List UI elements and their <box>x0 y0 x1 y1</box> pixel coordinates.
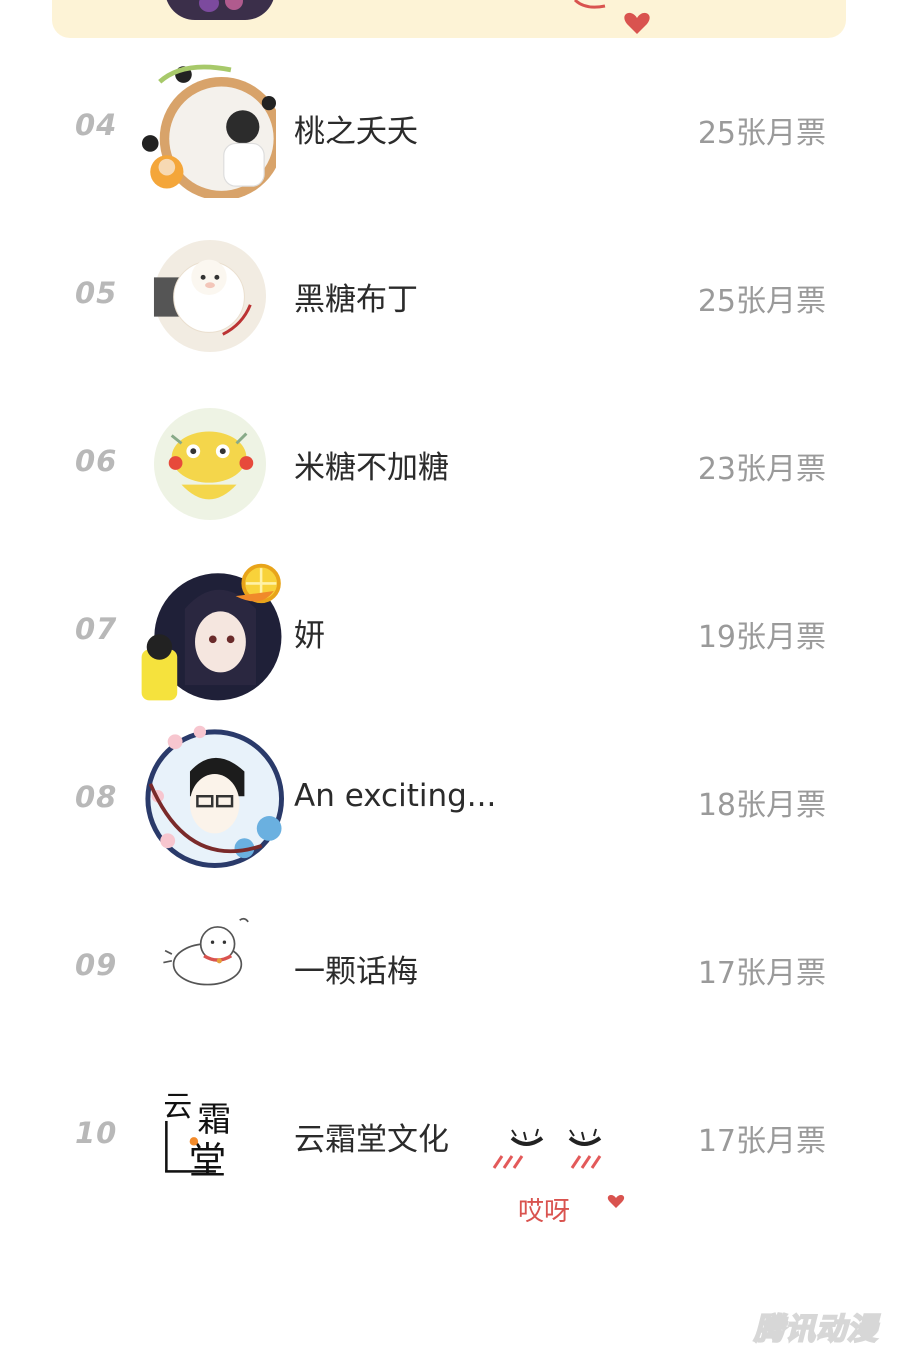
sticker-text: 哎呀 <box>518 1197 570 1227</box>
user-name[interactable]: 桃之夭夭 <box>294 106 624 151</box>
yellow-duck-avatar-icon[interactable] <box>152 406 268 522</box>
rank-03-avatar-peek <box>165 0 275 20</box>
leaderboard-row[interactable]: 10 云 霜 堂 云霜堂文化 17张月票 <box>0 1058 900 1218</box>
user-name[interactable]: An exciting... <box>294 778 624 814</box>
svg-text:霜: 霜 <box>197 1100 231 1139</box>
user-name[interactable]: 米糖不加糖 <box>294 442 624 487</box>
rank-number: 09 <box>75 948 118 982</box>
rank-number: 07 <box>75 612 118 646</box>
anime-girl-lemon-avatar-icon[interactable] <box>134 558 284 708</box>
leaderboard-row[interactable]: 08 An exciting... 18张月票 <box>0 722 900 882</box>
monthly-ticket-count: 18张月票 <box>697 788 826 823</box>
leaderboard-row[interactable]: 07 妍 19张月票 <box>0 554 900 714</box>
monthly-ticket-count: 19张月票 <box>697 620 826 655</box>
rank-number: 04 <box>75 108 118 142</box>
watermark-logo: 腾讯动漫 <box>753 1311 878 1348</box>
monthly-ticket-count: 17张月票 <box>697 1124 826 1159</box>
monthly-ticket-count: 17张月票 <box>697 956 826 991</box>
hearts-sticker-icon <box>573 0 650 34</box>
user-name[interactable]: 妍 <box>294 610 624 655</box>
white-cat-avatar-icon[interactable] <box>152 910 268 1010</box>
rank-number: 10 <box>75 1116 118 1150</box>
forest-birds-avatar-icon[interactable] <box>136 58 276 198</box>
monthly-ticket-count: 25张月票 <box>697 116 826 151</box>
leaderboard-row[interactable]: 06 米糖不加糖 23张月票 <box>0 386 900 546</box>
sakura-glasses-man-avatar-icon[interactable] <box>138 722 284 868</box>
monthly-ticket-count: 25张月票 <box>697 284 826 319</box>
user-name[interactable]: 黑糖布丁 <box>294 274 624 319</box>
blushing-face-sticker-icon: 哎呀 <box>492 1128 625 1227</box>
leaderboard-row[interactable]: 04 桃之夭夭 25张月票 <box>0 50 900 210</box>
leaderboard-row[interactable]: 05 黑糖布丁 25张月票 <box>0 218 900 378</box>
user-name[interactable]: 一颗话梅 <box>294 946 624 991</box>
yunshuangtang-logo-icon[interactable]: 云 霜 堂 <box>160 1082 260 1182</box>
alpaca-avatar-icon[interactable] <box>152 238 268 354</box>
rank-number: 08 <box>75 780 118 814</box>
rank-number: 05 <box>75 276 118 310</box>
rank-number: 06 <box>75 444 118 478</box>
monthly-ticket-count: 23张月票 <box>697 452 826 487</box>
svg-text:云: 云 <box>163 1089 192 1123</box>
top-banner <box>52 0 846 38</box>
leaderboard-row[interactable]: 09 一颗话梅 17张月票 <box>0 890 900 1050</box>
